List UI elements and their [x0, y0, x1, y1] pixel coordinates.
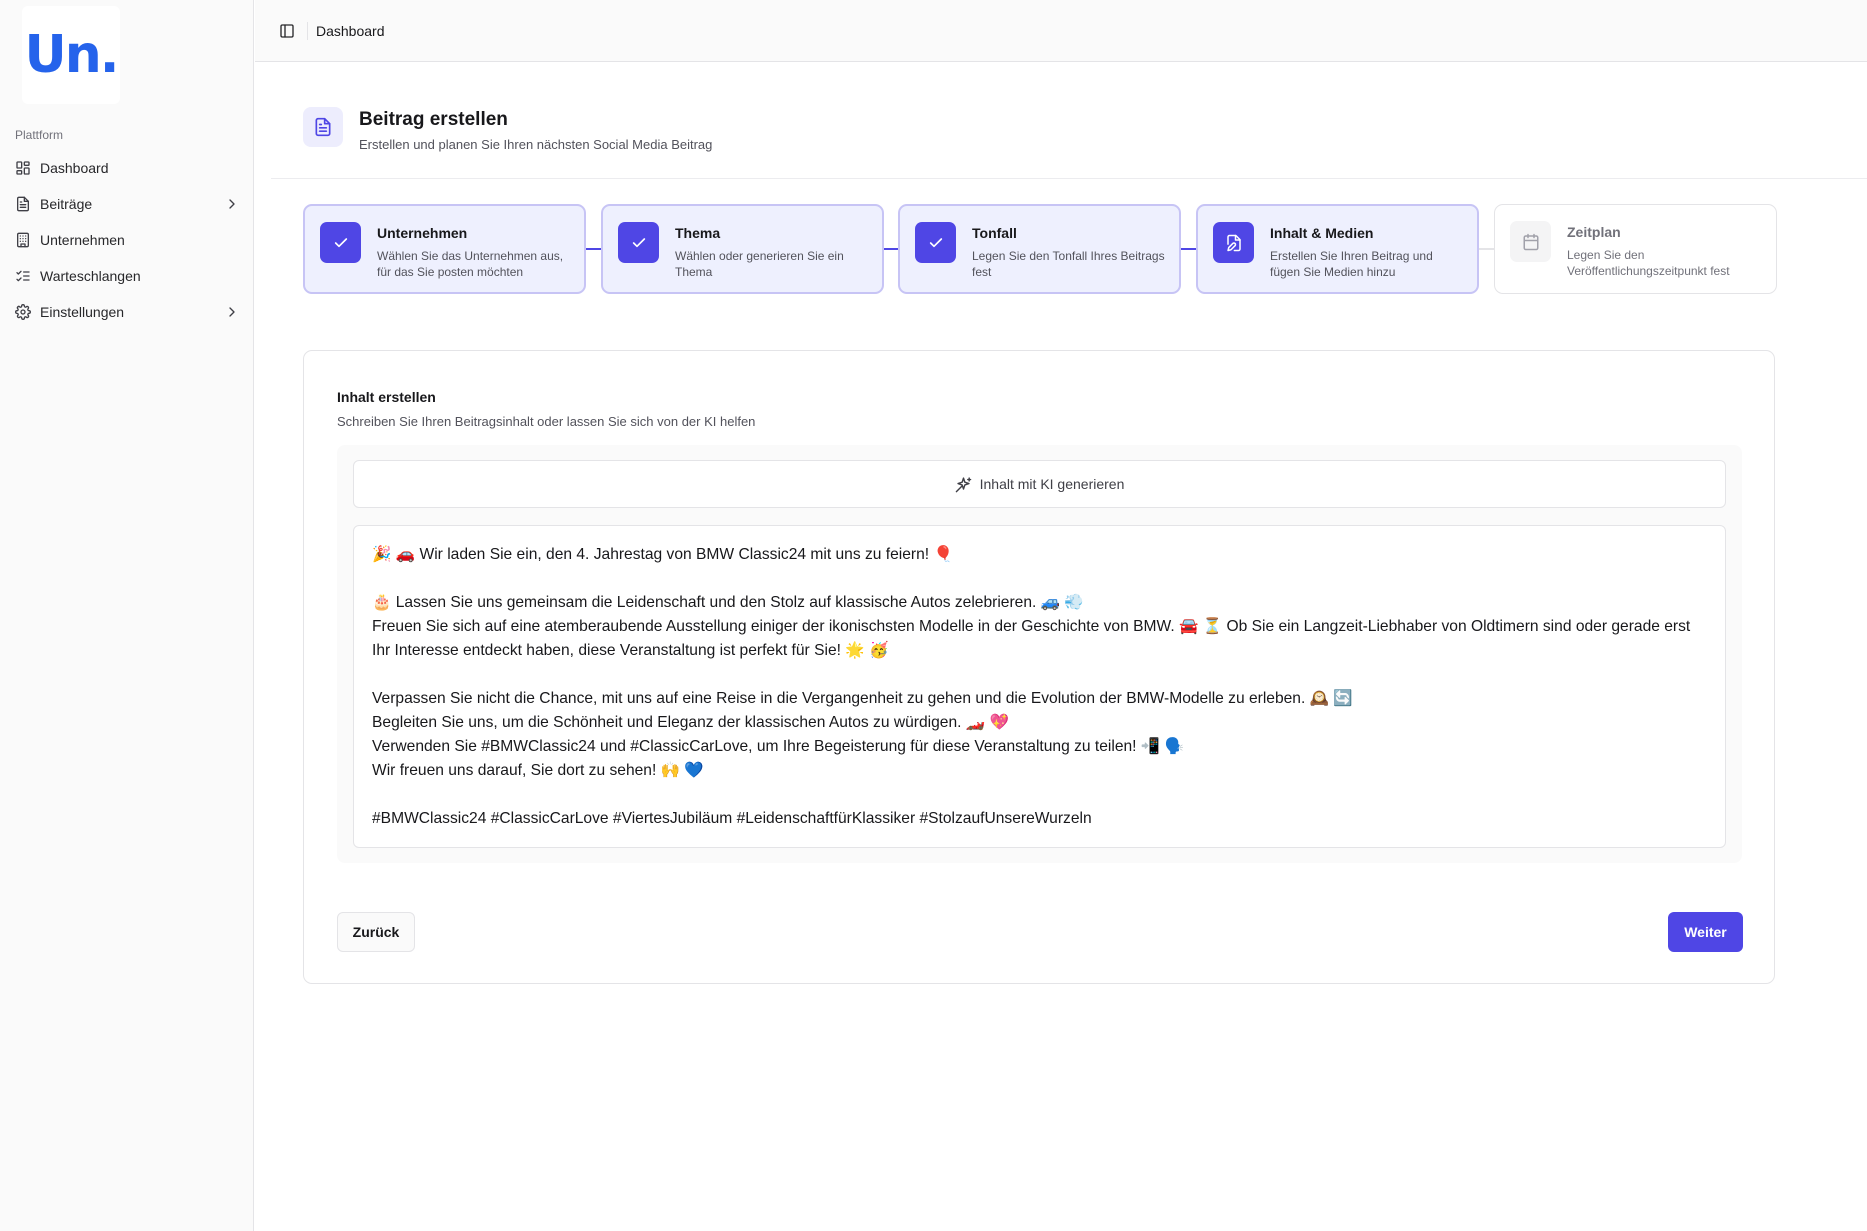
sidebar-item-label: Beiträge	[40, 196, 93, 212]
top-header: Dashboard	[255, 0, 1867, 62]
sidebar-item-label: Dashboard	[40, 160, 109, 176]
sidebar-item-label: Warteschlangen	[40, 268, 141, 284]
step-description: Wählen oder generieren Sie ein Thema	[675, 248, 844, 280]
page-icon	[303, 107, 343, 147]
step-status-icon	[1213, 222, 1254, 263]
step-thema[interactable]: Thema Wählen oder generieren Sie ein The…	[601, 204, 884, 294]
post-content-textarea[interactable]: 🎉 🚗 Wir laden Sie ein, den 4. Jahrestag …	[353, 525, 1726, 848]
step-zeitplan[interactable]: Zeitplan Legen Sie den Veröffentlichungs…	[1494, 204, 1777, 294]
document-icon	[15, 196, 31, 212]
page-subtitle: Erstellen und planen Sie Ihren nächsten …	[359, 137, 713, 152]
page-header: Beitrag erstellen Erstellen und planen S…	[303, 107, 712, 152]
step-description-line: Wählen oder generieren Sie ein	[675, 249, 844, 263]
chevron-right-icon	[224, 304, 240, 320]
stepper: Unternehmen Wählen Sie das Unternehmen a…	[303, 204, 1777, 294]
step-tonfall[interactable]: Tonfall Legen Sie den Tonfall Ihres Beit…	[898, 204, 1181, 294]
sidebar-nav: Dashboard Beiträge Unternehmen Warteschl…	[8, 150, 246, 330]
sidebar-item-warteschlangen[interactable]: Warteschlangen	[8, 258, 246, 294]
step-description-line: fest	[972, 265, 992, 279]
step-description: Erstellen Sie Ihren Beitrag und fügen Si…	[1270, 248, 1433, 280]
sidebar-item-beitraege[interactable]: Beiträge	[8, 186, 246, 222]
step-connector	[1479, 248, 1494, 250]
sidebar-item-label: Einstellungen	[40, 304, 125, 320]
panel-left-icon	[279, 23, 295, 39]
step-connector	[586, 248, 601, 250]
nav-group-label: Plattform	[15, 128, 64, 142]
building-icon	[15, 232, 31, 248]
step-description-line: Wählen Sie das Unternehmen aus,	[377, 249, 564, 263]
sidebar-item-einstellungen[interactable]: Einstellungen	[8, 294, 246, 330]
generate-ai-content-button[interactable]: Inhalt mit KI generieren	[353, 460, 1726, 508]
step-status-icon	[915, 222, 956, 263]
step-description-line: für das Sie posten möchten	[377, 265, 524, 279]
card-subtitle: Schreiben Sie Ihren Beitragsinhalt oder …	[337, 414, 756, 429]
check-icon	[928, 235, 944, 251]
logo[interactable]: Un.	[22, 6, 120, 104]
breadcrumb[interactable]: Dashboard	[316, 23, 385, 39]
sidebar: Un. Plattform Dashboard Beiträge Unterne…	[0, 0, 254, 1231]
back-button[interactable]: Zurück	[337, 912, 415, 952]
step-title: Thema	[675, 225, 721, 241]
sidebar-item-label: Unternehmen	[40, 232, 125, 248]
step-title: Tonfall	[972, 225, 1017, 241]
step-title: Inhalt & Medien	[1270, 225, 1374, 241]
check-icon	[631, 235, 647, 251]
calendar-icon	[1522, 233, 1540, 251]
document-icon	[313, 117, 333, 137]
header-separator	[307, 21, 308, 40]
sidebar-item-dashboard[interactable]: Dashboard	[8, 150, 246, 186]
step-description: Legen Sie den Tonfall Ihres Beitrags fes…	[972, 248, 1165, 280]
step-connector	[883, 248, 898, 250]
generate-ai-content-label: Inhalt mit KI generieren	[979, 476, 1125, 492]
page-title: Beitrag erstellen	[359, 109, 508, 130]
list-checks-icon	[15, 268, 31, 284]
step-description-line: Veröffentlichungszeitpunkt fest	[1567, 264, 1730, 278]
step-title: Zeitplan	[1567, 224, 1621, 240]
divider	[271, 178, 1867, 179]
content-card: Inhalt erstellen Schreiben Sie Ihren Bei…	[303, 350, 1775, 984]
step-description: Legen Sie den Veröffentlichungszeitpunkt…	[1567, 247, 1730, 279]
step-description-line: Legen Sie den Tonfall Ihres Beitrags	[972, 249, 1165, 263]
step-description: Wählen Sie das Unternehmen aus, für das …	[377, 248, 563, 280]
step-inhalt-medien[interactable]: Inhalt & Medien Erstellen Sie Ihren Beit…	[1196, 204, 1479, 294]
logo-text: Un.	[24, 25, 120, 85]
step-connector	[1181, 248, 1196, 250]
card-title: Inhalt erstellen	[337, 389, 436, 405]
check-icon	[333, 235, 349, 251]
sparkles-icon	[955, 476, 972, 493]
step-title: Unternehmen	[377, 225, 468, 241]
grid-icon	[15, 160, 31, 176]
next-button[interactable]: Weiter	[1668, 912, 1743, 952]
step-description-line: fügen Sie Medien hinzu	[1270, 265, 1396, 279]
chevron-right-icon	[224, 196, 240, 212]
step-description-line: Thema	[675, 265, 713, 279]
step-status-icon	[1510, 221, 1551, 262]
step-status-icon	[618, 222, 659, 263]
file-edit-icon	[1225, 234, 1243, 252]
step-description-line: Legen Sie den	[1567, 248, 1645, 262]
editor-area: Inhalt mit KI generieren 🎉 🚗 Wir laden S…	[337, 445, 1742, 863]
step-status-icon	[320, 222, 361, 263]
sidebar-toggle-button[interactable]	[273, 17, 301, 45]
step-unternehmen[interactable]: Unternehmen Wählen Sie das Unternehmen a…	[303, 204, 586, 294]
gear-icon	[15, 304, 31, 320]
step-description-line: Erstellen Sie Ihren Beitrag und	[1270, 249, 1433, 263]
sidebar-item-unternehmen[interactable]: Unternehmen	[8, 222, 246, 258]
